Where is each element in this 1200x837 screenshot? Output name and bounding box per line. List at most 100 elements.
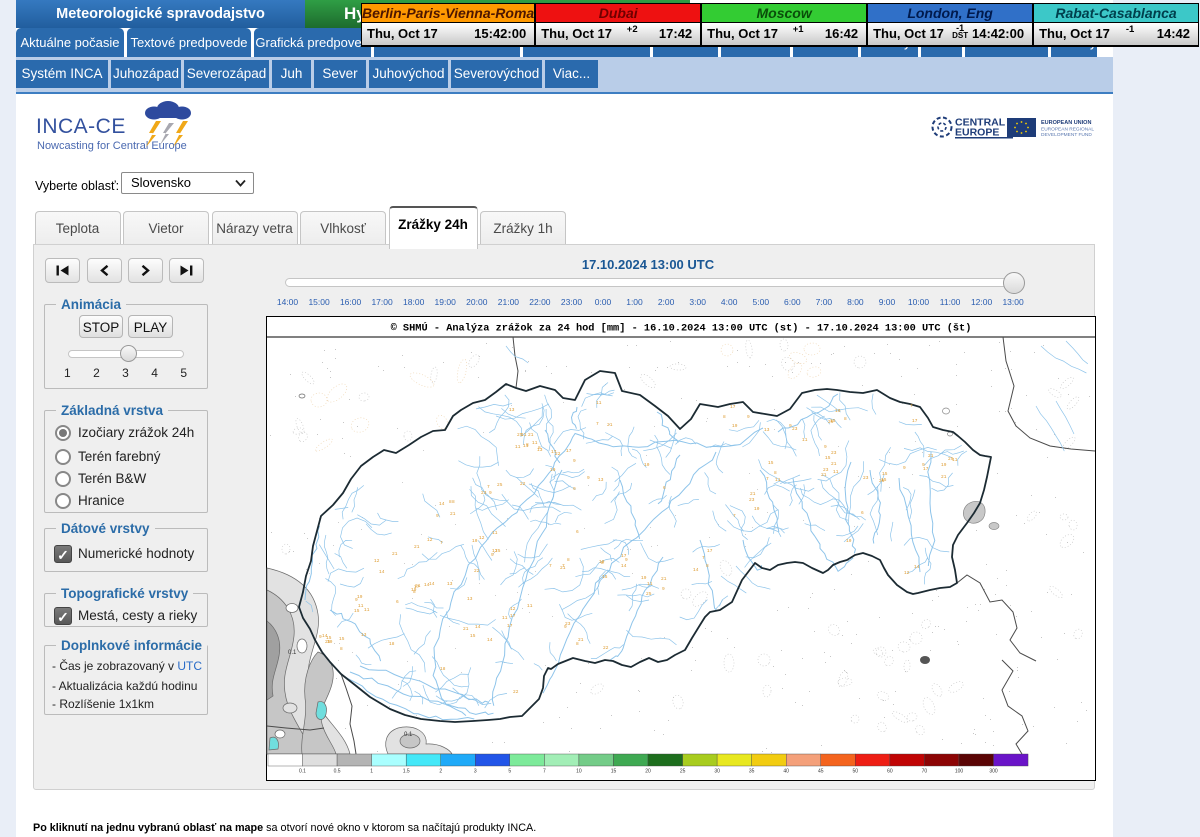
svg-text:2: 2 <box>439 769 442 775</box>
svg-text:10: 10 <box>835 408 841 414</box>
svg-text:15: 15 <box>611 769 617 775</box>
svg-text:12: 12 <box>427 537 433 543</box>
svg-text:9: 9 <box>573 486 576 492</box>
svg-text:21: 21 <box>528 432 534 438</box>
svg-text:DEVELOPMENT FUND: DEVELOPMENT FUND <box>1041 132 1092 138</box>
svg-text:21: 21 <box>821 472 827 478</box>
svg-text:25: 25 <box>646 591 652 597</box>
svg-text:23: 23 <box>749 497 755 503</box>
svg-text:7: 7 <box>562 563 565 569</box>
svg-text:15: 15 <box>354 608 360 614</box>
svg-text:12: 12 <box>510 606 516 612</box>
svg-text:6: 6 <box>396 599 399 605</box>
svg-text:5: 5 <box>508 769 511 775</box>
svg-text:6: 6 <box>576 529 579 535</box>
svg-text:0.5: 0.5 <box>334 769 341 775</box>
svg-text:© SHMÚ - Analýza zrážok za 24: © SHMÚ - Analýza zrážok za 24 hod [mm] -… <box>391 321 972 335</box>
svg-text:9: 9 <box>922 462 925 468</box>
svg-text:13: 13 <box>537 447 543 453</box>
svg-text:14: 14 <box>621 563 627 569</box>
svg-text:11: 11 <box>952 457 958 463</box>
svg-text:EUROPE: EUROPE <box>955 127 999 139</box>
svg-text:1.5: 1.5 <box>403 769 410 775</box>
svg-text:17: 17 <box>566 448 572 454</box>
svg-text:50: 50 <box>853 769 859 775</box>
svg-text:20: 20 <box>645 769 651 775</box>
svg-text:21: 21 <box>578 637 584 643</box>
svg-text:13: 13 <box>447 581 453 587</box>
svg-text:9: 9 <box>789 423 792 429</box>
svg-text:7: 7 <box>487 484 490 490</box>
svg-text:11: 11 <box>802 437 808 443</box>
svg-text:14: 14 <box>693 567 699 573</box>
svg-text:60: 60 <box>887 769 893 775</box>
svg-text:13: 13 <box>509 407 515 413</box>
svg-text:23: 23 <box>831 450 837 456</box>
svg-text:19: 19 <box>599 559 605 565</box>
svg-text:25: 25 <box>828 419 834 425</box>
svg-text:14: 14 <box>475 624 481 630</box>
svg-text:17: 17 <box>912 418 918 424</box>
svg-text:9: 9 <box>489 490 492 496</box>
svg-text:7: 7 <box>440 540 443 546</box>
svg-text:11: 11 <box>833 469 839 475</box>
svg-text:22: 22 <box>555 451 561 457</box>
svg-text:11: 11 <box>527 603 533 609</box>
svg-text:9: 9 <box>319 634 322 640</box>
svg-text:9: 9 <box>824 444 827 450</box>
svg-text:11: 11 <box>492 530 498 536</box>
svg-text:9: 9 <box>587 475 590 481</box>
svg-text:23: 23 <box>792 426 798 432</box>
svg-text:8: 8 <box>452 499 455 505</box>
svg-text:9: 9 <box>662 586 665 592</box>
svg-text:7: 7 <box>910 403 913 409</box>
svg-text:12: 12 <box>374 558 380 564</box>
svg-text:8: 8 <box>340 646 343 652</box>
svg-text:1: 1 <box>370 769 373 775</box>
svg-text:23: 23 <box>481 490 487 496</box>
svg-text:21: 21 <box>607 422 613 428</box>
svg-text:11: 11 <box>775 477 781 483</box>
svg-text:100: 100 <box>955 769 964 775</box>
svg-text:15: 15 <box>825 455 831 461</box>
svg-text:17: 17 <box>510 613 516 619</box>
svg-text:19: 19 <box>357 594 363 600</box>
svg-text:45: 45 <box>818 769 824 775</box>
svg-text:17: 17 <box>707 548 713 554</box>
svg-text:12: 12 <box>904 570 910 576</box>
svg-text:0.1: 0.1 <box>404 732 413 738</box>
svg-text:10: 10 <box>846 538 852 544</box>
svg-text:8: 8 <box>413 589 416 595</box>
svg-text:11: 11 <box>532 440 538 446</box>
svg-text:15: 15 <box>339 636 345 642</box>
svg-text:22: 22 <box>513 689 519 695</box>
svg-text:21: 21 <box>661 576 667 582</box>
svg-text:8: 8 <box>723 414 726 420</box>
svg-text:9: 9 <box>564 624 567 630</box>
svg-text:15: 15 <box>470 633 476 639</box>
svg-text:14: 14 <box>424 582 430 588</box>
svg-text:13: 13 <box>764 427 770 433</box>
svg-text:17: 17 <box>507 623 513 629</box>
svg-text:23: 23 <box>863 475 869 481</box>
svg-text:14: 14 <box>379 569 385 575</box>
svg-text:22: 22 <box>603 645 609 651</box>
svg-text:10: 10 <box>754 506 760 512</box>
svg-text:10: 10 <box>576 769 582 775</box>
svg-text:21: 21 <box>928 453 934 459</box>
svg-text:11: 11 <box>596 400 602 406</box>
svg-text:11: 11 <box>515 444 521 450</box>
svg-text:21: 21 <box>941 474 947 480</box>
svg-text:14: 14 <box>429 581 435 587</box>
svg-text:9: 9 <box>573 458 576 464</box>
svg-text:18: 18 <box>440 666 446 672</box>
svg-text:21: 21 <box>392 551 398 557</box>
svg-text:8: 8 <box>774 470 777 476</box>
svg-text:9: 9 <box>747 414 750 420</box>
svg-text:15: 15 <box>768 460 774 466</box>
svg-text:10: 10 <box>472 538 478 544</box>
svg-text:35: 35 <box>749 769 755 775</box>
svg-text:13: 13 <box>467 596 473 602</box>
svg-text:9: 9 <box>903 465 906 471</box>
svg-text:7: 7 <box>596 421 599 427</box>
